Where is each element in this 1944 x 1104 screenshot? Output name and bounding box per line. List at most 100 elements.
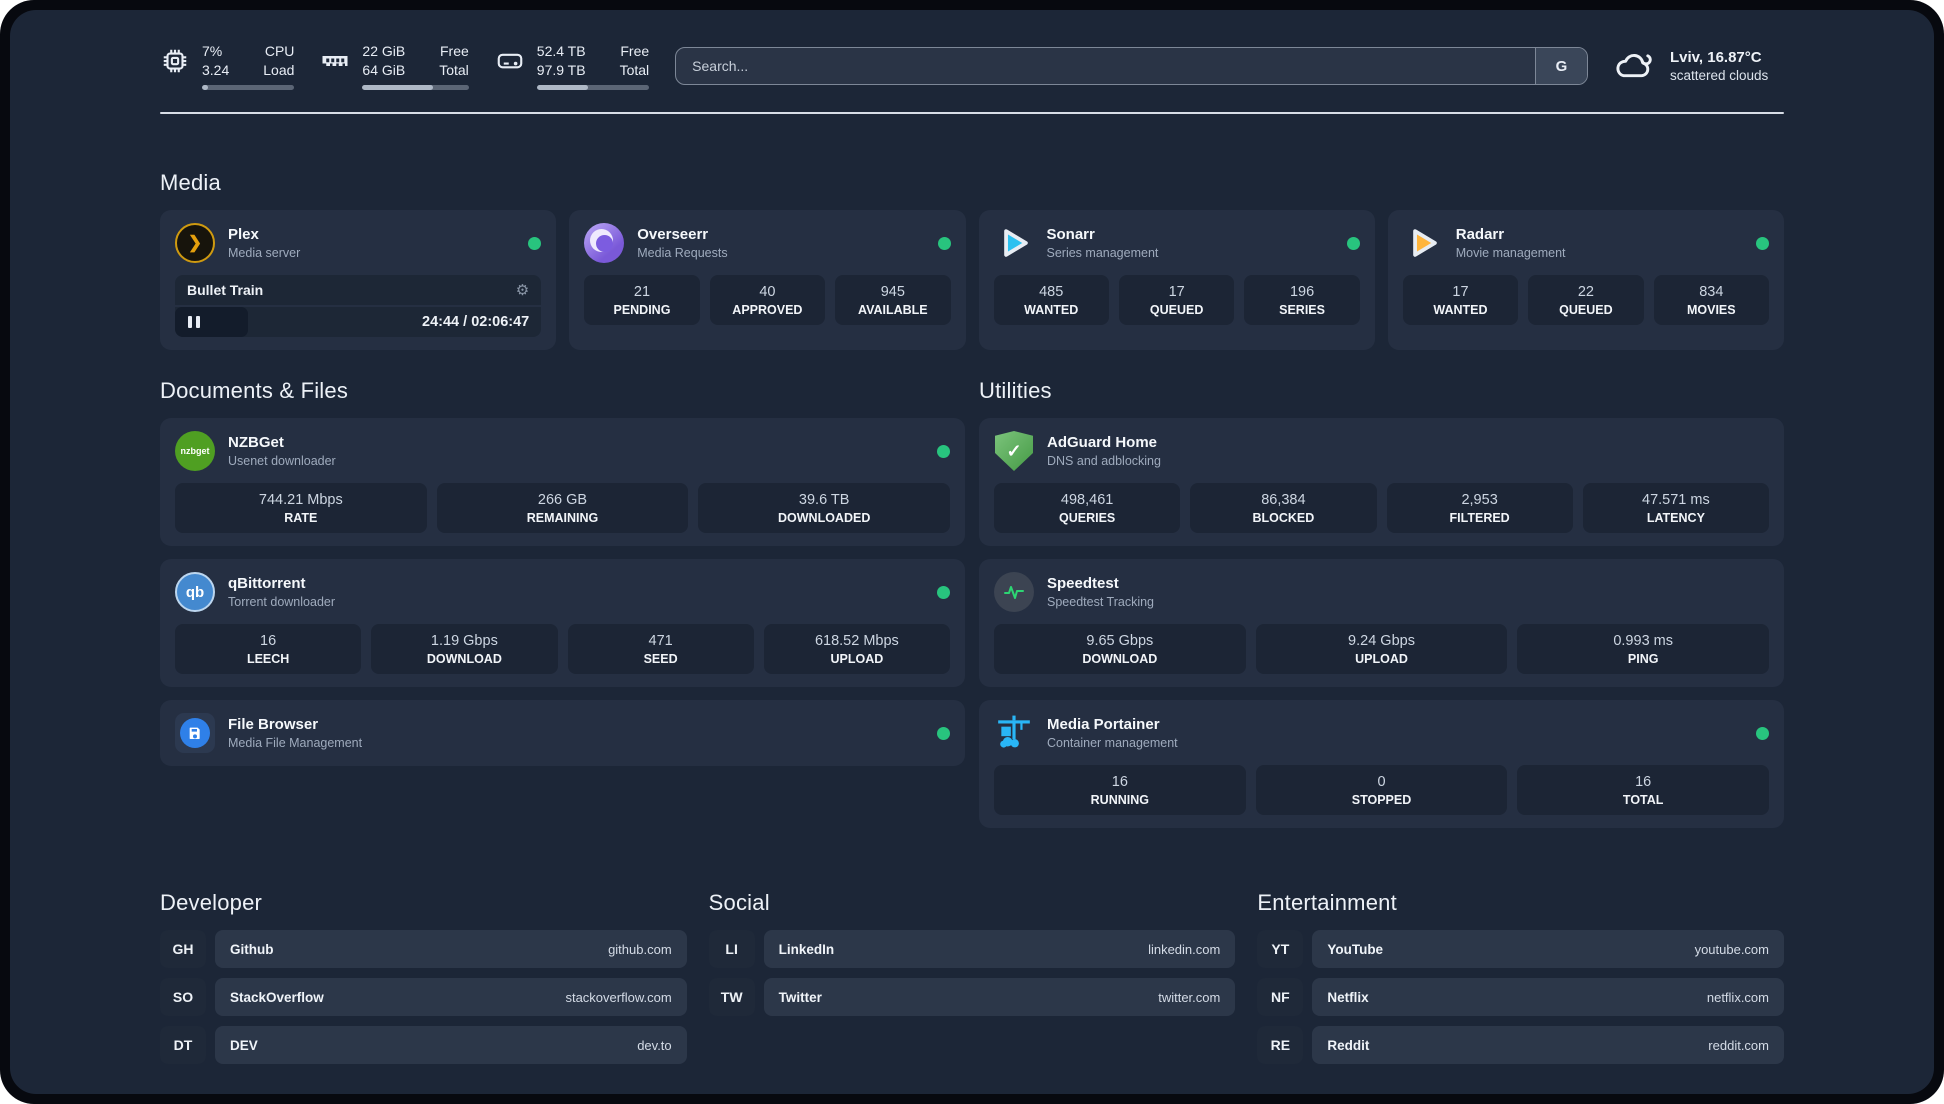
app-subtitle: Media server xyxy=(228,246,301,260)
stat-box: 17 QUEUED xyxy=(1118,275,1235,325)
search-engine-button[interactable]: G xyxy=(1535,48,1587,84)
status-dot xyxy=(1756,726,1769,740)
overseerr-card[interactable]: Overseerr Media Requests 21 PENDING 40 APP… xyxy=(569,210,966,350)
app-subtitle: Media File Management xyxy=(228,736,363,750)
overseerr-icon xyxy=(584,223,625,263)
social-heading: Social xyxy=(708,890,770,915)
portainer-card[interactable]: Media Portainer Container management 16 R… xyxy=(979,700,1784,828)
stat-box: 21 PENDING xyxy=(584,275,700,325)
stat-box: 0.993 ms PING xyxy=(1517,624,1770,674)
app-subtitle: Movie management xyxy=(1455,246,1566,260)
bookmark-netflix[interactable]: NF Netflix netflix.com xyxy=(1257,978,1784,1016)
stat-box: 196 SERIES xyxy=(1244,275,1360,325)
bookmark-abbr: DT xyxy=(160,1026,206,1064)
app-title: NZBGet xyxy=(228,434,284,451)
stat-box: 9.24 Gbps UPLOAD xyxy=(1255,624,1508,674)
playback-progress-bar[interactable]: 24:44 / 02:06:47 xyxy=(175,307,542,337)
stat-box: 16 RUNNING xyxy=(994,765,1246,815)
stat-box: 266 GB REMAINING xyxy=(436,483,689,533)
settings-icon[interactable]: ⚙ xyxy=(516,281,529,299)
app-title: qBittorrent xyxy=(228,575,306,592)
speedtest-card[interactable]: Speedtest Speedtest Tracking 9.65 Gbps DO… xyxy=(979,559,1784,687)
documents-heading: Documents & Files xyxy=(160,378,349,403)
cpu-label: CPU xyxy=(264,42,295,59)
bookmark-github[interactable]: GH Github github.com xyxy=(160,930,687,968)
stat-box: 485 WANTED xyxy=(993,275,1109,325)
stat-box: 498,461 QUERIES xyxy=(994,483,1181,533)
stat-box: 39.6 TB DOWNLOADED xyxy=(698,483,951,533)
sonarr-card[interactable]: Sonarr Series management 485 WANTED 17 QUE… xyxy=(978,210,1375,350)
stat-box: 0 STOPPED xyxy=(1255,765,1508,815)
plex-icon: ❯ xyxy=(175,223,215,263)
bookmark-youtube[interactable]: YT YouTube youtube.com xyxy=(1257,930,1784,968)
playback-time: 24:44 / 02:06:47 xyxy=(422,314,530,330)
bookmark-stackoverflow[interactable]: SO StackOverflow stackoverflow.com xyxy=(160,978,687,1016)
status-dot xyxy=(528,236,542,250)
stat-box: 618.52 Mbps UPLOAD xyxy=(763,624,950,674)
header-divider xyxy=(160,112,1784,114)
status-dot xyxy=(937,236,951,250)
bookmark-abbr: TW xyxy=(708,978,755,1016)
stat-box: 2,953 FILTERED xyxy=(1386,483,1573,533)
stat-box: 945 AVAILABLE xyxy=(835,275,951,325)
cpu-widget: 7% 3.24 CPU Load xyxy=(160,42,295,91)
filebrowser-icon xyxy=(175,713,215,753)
memory-total-label: Total xyxy=(439,61,469,78)
nzbget-card[interactable]: nzbget NZBGet Usenet downloader 744.21 M… xyxy=(160,418,965,546)
sonarr-icon xyxy=(994,223,1034,263)
disk-widget: 52.4 TB 97.9 TB Free Total xyxy=(495,42,650,91)
app-subtitle: Speedtest Tracking xyxy=(1047,595,1155,609)
stat-box: 22 QUEUED xyxy=(1528,275,1644,325)
memory-free-label: Free xyxy=(440,42,469,59)
disk-total-label: Total xyxy=(619,61,650,78)
app-title: File Browser xyxy=(228,716,319,733)
app-title: Sonarr xyxy=(1046,226,1095,243)
plex-card[interactable]: ❯ Plex Media server Bullet Train ⚙ 24:44… xyxy=(160,210,557,350)
radarr-card[interactable]: Radarr Movie management 17 WANTED 22 QUEUE… xyxy=(1387,210,1784,350)
stat-box: 471 SEED xyxy=(567,624,754,674)
adguard-icon: ✓ xyxy=(994,431,1034,471)
radarr-icon xyxy=(1403,223,1443,263)
bookmark-abbr: LI xyxy=(708,930,755,968)
status-dot xyxy=(937,726,950,740)
app-subtitle: Series management xyxy=(1046,246,1159,260)
app-subtitle: Usenet downloader xyxy=(228,454,336,468)
app-title: Speedtest xyxy=(1047,575,1119,592)
portainer-icon xyxy=(994,713,1034,753)
bookmark-abbr: SO xyxy=(160,978,206,1016)
disk-free-label: Free xyxy=(620,42,650,59)
bookmark-reddit[interactable]: RE Reddit reddit.com xyxy=(1257,1026,1784,1064)
stat-box: 16 TOTAL xyxy=(1517,765,1770,815)
qbittorrent-icon: qb xyxy=(175,572,215,612)
stat-box: 17 WANTED xyxy=(1402,275,1519,325)
developer-heading: Developer xyxy=(160,890,263,915)
memory-icon xyxy=(322,55,348,66)
bookmark-abbr: YT xyxy=(1257,930,1304,968)
stat-box: 16 LEECH xyxy=(175,624,362,674)
adguard-card[interactable]: ✓ AdGuard Home DNS and adblocking 498,46… xyxy=(979,418,1784,546)
stat-box: 834 MOVIES xyxy=(1653,275,1770,325)
pause-button[interactable] xyxy=(175,307,249,337)
load-label: Load xyxy=(263,61,295,78)
app-title: Overseerr xyxy=(637,226,709,243)
app-subtitle: DNS and adblocking xyxy=(1047,454,1161,468)
bookmark-abbr: NF xyxy=(1257,978,1304,1016)
disk-free-value: 52.4 TB xyxy=(536,42,586,59)
weather-location-temp: Lviv, 16.87°C xyxy=(1670,49,1762,66)
search-input[interactable] xyxy=(676,48,1535,84)
weather-widget: Lviv, 16.87°C scattered clouds xyxy=(1614,49,1784,83)
qbittorrent-card[interactable]: qb qBittorrent Torrent downloader 16 LEEC… xyxy=(160,559,965,687)
app-title: Media Portainer xyxy=(1047,716,1160,733)
app-title: AdGuard Home xyxy=(1047,434,1158,451)
bookmark-linkedin[interactable]: LI LinkedIn linkedin.com xyxy=(708,930,1236,968)
memory-free-value: 22 GiB xyxy=(362,42,406,59)
filebrowser-card[interactable]: File Browser Media File Management xyxy=(160,700,965,766)
stat-box: 40 APPROVED xyxy=(709,275,826,325)
bookmark-twitter[interactable]: TW Twitter twitter.com xyxy=(708,978,1236,1016)
weather-condition: scattered clouds xyxy=(1670,68,1769,83)
dashboard-panel: 7% 3.24 CPU Load 22 GiB 64 GiB Free Tota… xyxy=(10,10,1934,1094)
cloud-icon xyxy=(1616,54,1652,78)
status-dot xyxy=(1756,236,1769,250)
now-playing: Bullet Train ⚙ 24:44 / 02:06:47 xyxy=(175,275,542,337)
bookmark-dev[interactable]: DT DEV dev.to xyxy=(160,1026,687,1064)
